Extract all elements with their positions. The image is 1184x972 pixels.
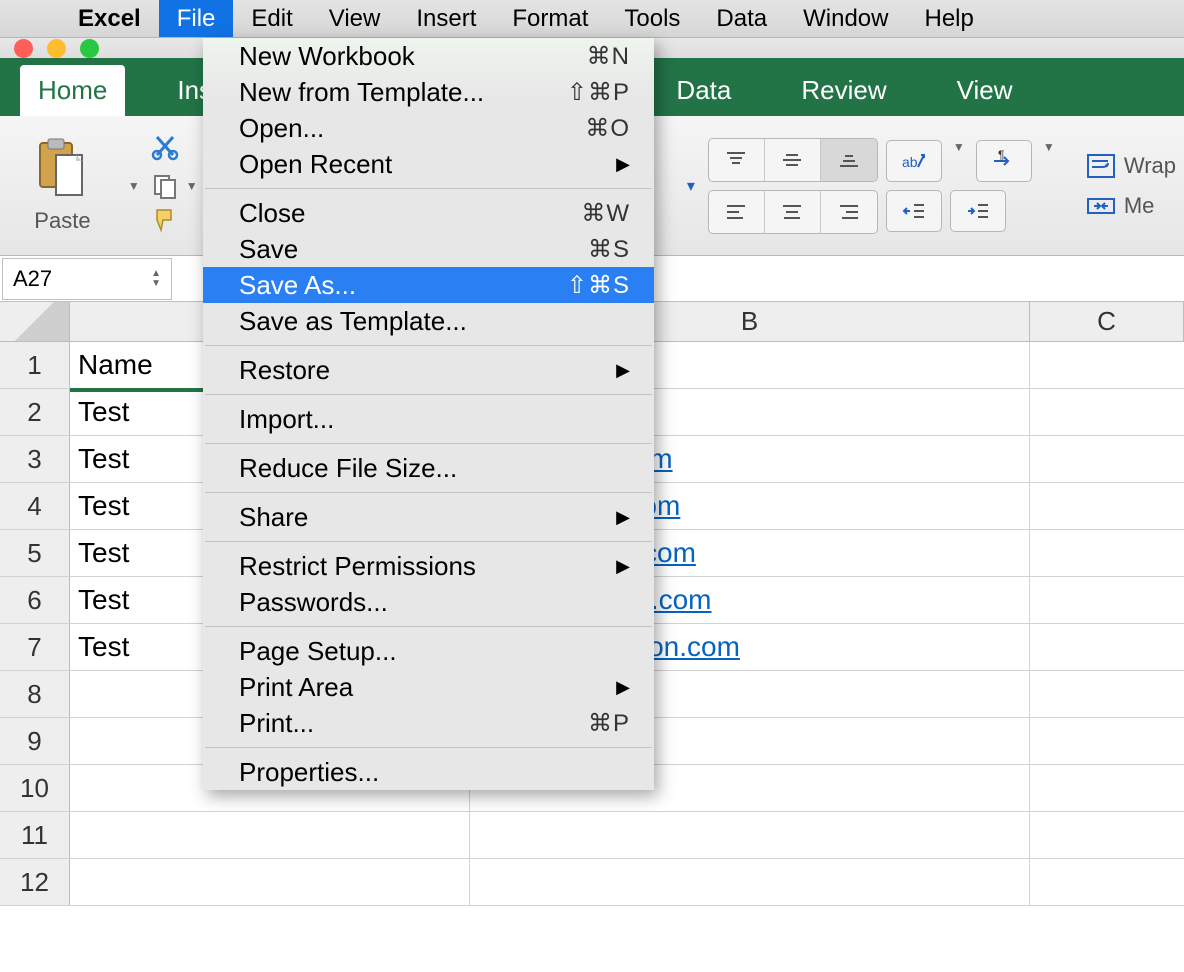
wrap-label: Wrap	[1124, 153, 1176, 179]
tab-view[interactable]: View	[939, 65, 1031, 116]
menu-item[interactable]: Restore▶	[203, 352, 654, 388]
paste-dropdown-icon[interactable]: ▼	[125, 179, 143, 193]
cell[interactable]	[1030, 624, 1184, 670]
menu-data[interactable]: Data	[698, 0, 785, 37]
menu-item[interactable]: Page Setup...	[203, 633, 654, 669]
menu-item[interactable]: New Workbook⌘N	[203, 38, 654, 74]
align-bottom-icon[interactable]	[821, 139, 877, 181]
menu-item[interactable]: Print Area▶	[203, 669, 654, 705]
menu-edit[interactable]: Edit	[233, 0, 310, 37]
menu-item[interactable]: Close⌘W	[203, 195, 654, 231]
cell[interactable]	[1030, 812, 1184, 858]
row-header[interactable]: 9	[0, 718, 70, 764]
row-header[interactable]: 8	[0, 671, 70, 717]
menu-help[interactable]: Help	[906, 0, 991, 37]
h-align-group[interactable]	[708, 190, 878, 234]
merge-button[interactable]: Me	[1086, 193, 1176, 219]
align-right-icon[interactable]	[821, 191, 877, 233]
menu-item[interactable]: Save as Template...	[203, 303, 654, 339]
increase-indent-icon[interactable]	[950, 190, 1006, 232]
cell[interactable]	[1030, 671, 1184, 717]
cell[interactable]	[470, 812, 1030, 858]
merge-label: Me	[1124, 193, 1155, 219]
row-header[interactable]: 11	[0, 812, 70, 858]
tab-data[interactable]: Data	[658, 65, 749, 116]
paste-button[interactable]: Paste	[8, 137, 117, 234]
menu-format[interactable]: Format	[494, 0, 606, 37]
cell[interactable]	[1030, 577, 1184, 623]
row-header[interactable]: 10	[0, 765, 70, 811]
minimize-icon[interactable]	[47, 39, 66, 58]
tab-review[interactable]: Review	[783, 65, 904, 116]
menu-item[interactable]: Open...⌘O	[203, 110, 654, 146]
menu-item[interactable]: Save As...⇧⌘S	[203, 267, 654, 303]
name-box-stepper-icon[interactable]: ▲▼	[151, 269, 161, 289]
menu-item[interactable]: Properties...	[203, 754, 654, 790]
cell[interactable]	[1030, 389, 1184, 435]
decrease-indent-icon[interactable]	[886, 190, 942, 232]
menu-item[interactable]: Reduce File Size...	[203, 450, 654, 486]
wrap-text-button[interactable]: Wrap	[1086, 153, 1176, 179]
cell[interactable]	[1030, 436, 1184, 482]
close-icon[interactable]	[14, 39, 33, 58]
align-top-icon[interactable]	[709, 139, 765, 181]
align-middle-icon[interactable]	[765, 139, 821, 181]
menu-item[interactable]: Passwords...	[203, 584, 654, 620]
row-header[interactable]: 12	[0, 859, 70, 905]
menu-app[interactable]: Excel	[60, 0, 159, 37]
align-center-icon[interactable]	[765, 191, 821, 233]
v-align-group[interactable]	[708, 138, 878, 182]
menu-item[interactable]: Open Recent▶	[203, 146, 654, 182]
menu-item[interactable]: Save⌘S	[203, 231, 654, 267]
row-header[interactable]: 2	[0, 389, 70, 435]
align-left-icon[interactable]	[709, 191, 765, 233]
text-direction-icon[interactable]: ¶	[976, 140, 1032, 182]
menu-insert[interactable]: Insert	[398, 0, 494, 37]
row-header[interactable]: 4	[0, 483, 70, 529]
row-header[interactable]: 1	[0, 342, 70, 388]
row-header[interactable]: 3	[0, 436, 70, 482]
file-menu-dropdown[interactable]: New Workbook⌘NNew from Template...⇧⌘POpe…	[203, 38, 654, 790]
cell[interactable]	[1030, 530, 1184, 576]
menu-window[interactable]: Window	[785, 0, 906, 37]
cut-icon[interactable]	[151, 133, 201, 166]
menu-file[interactable]: File	[159, 0, 234, 37]
cell[interactable]	[470, 859, 1030, 905]
menu-item[interactable]: Restrict Permissions▶	[203, 548, 654, 584]
svg-text:ab: ab	[902, 154, 918, 170]
cell[interactable]	[1030, 342, 1184, 388]
cell[interactable]	[1030, 765, 1184, 811]
menu-item[interactable]: Import...	[203, 401, 654, 437]
cell[interactable]	[1030, 859, 1184, 905]
format-painter-icon[interactable]	[151, 206, 201, 239]
copy-icon[interactable]: ▼	[151, 172, 201, 200]
name-box[interactable]: A27 ▲▼	[2, 258, 172, 300]
cell[interactable]	[70, 812, 470, 858]
tab-home[interactable]: Home	[20, 65, 125, 116]
svg-text:¶: ¶	[998, 149, 1004, 162]
font-color-dropdown[interactable]: ▾	[682, 176, 700, 196]
menu-view[interactable]: View	[311, 0, 399, 37]
mac-menubar: Excel File Edit View Insert Format Tools…	[0, 0, 1184, 38]
row-11[interactable]: 11	[0, 812, 1184, 859]
name-box-value: A27	[13, 266, 52, 292]
row-header[interactable]: 5	[0, 530, 70, 576]
menu-tools[interactable]: Tools	[606, 0, 698, 37]
paste-label: Paste	[34, 208, 90, 234]
row-12[interactable]: 12	[0, 859, 1184, 906]
col-C[interactable]: C	[1030, 302, 1184, 341]
zoom-icon[interactable]	[80, 39, 99, 58]
cell[interactable]	[70, 859, 470, 905]
row-header[interactable]: 7	[0, 624, 70, 670]
row-header[interactable]: 6	[0, 577, 70, 623]
menu-item[interactable]: New from Template...⇧⌘P	[203, 74, 654, 110]
menu-item[interactable]: Share▶	[203, 499, 654, 535]
select-all-corner[interactable]	[0, 302, 70, 341]
cell[interactable]	[1030, 718, 1184, 764]
cell[interactable]	[1030, 483, 1184, 529]
menu-item[interactable]: Print...⌘P	[203, 705, 654, 741]
orientation-icon[interactable]: ab	[886, 140, 942, 182]
